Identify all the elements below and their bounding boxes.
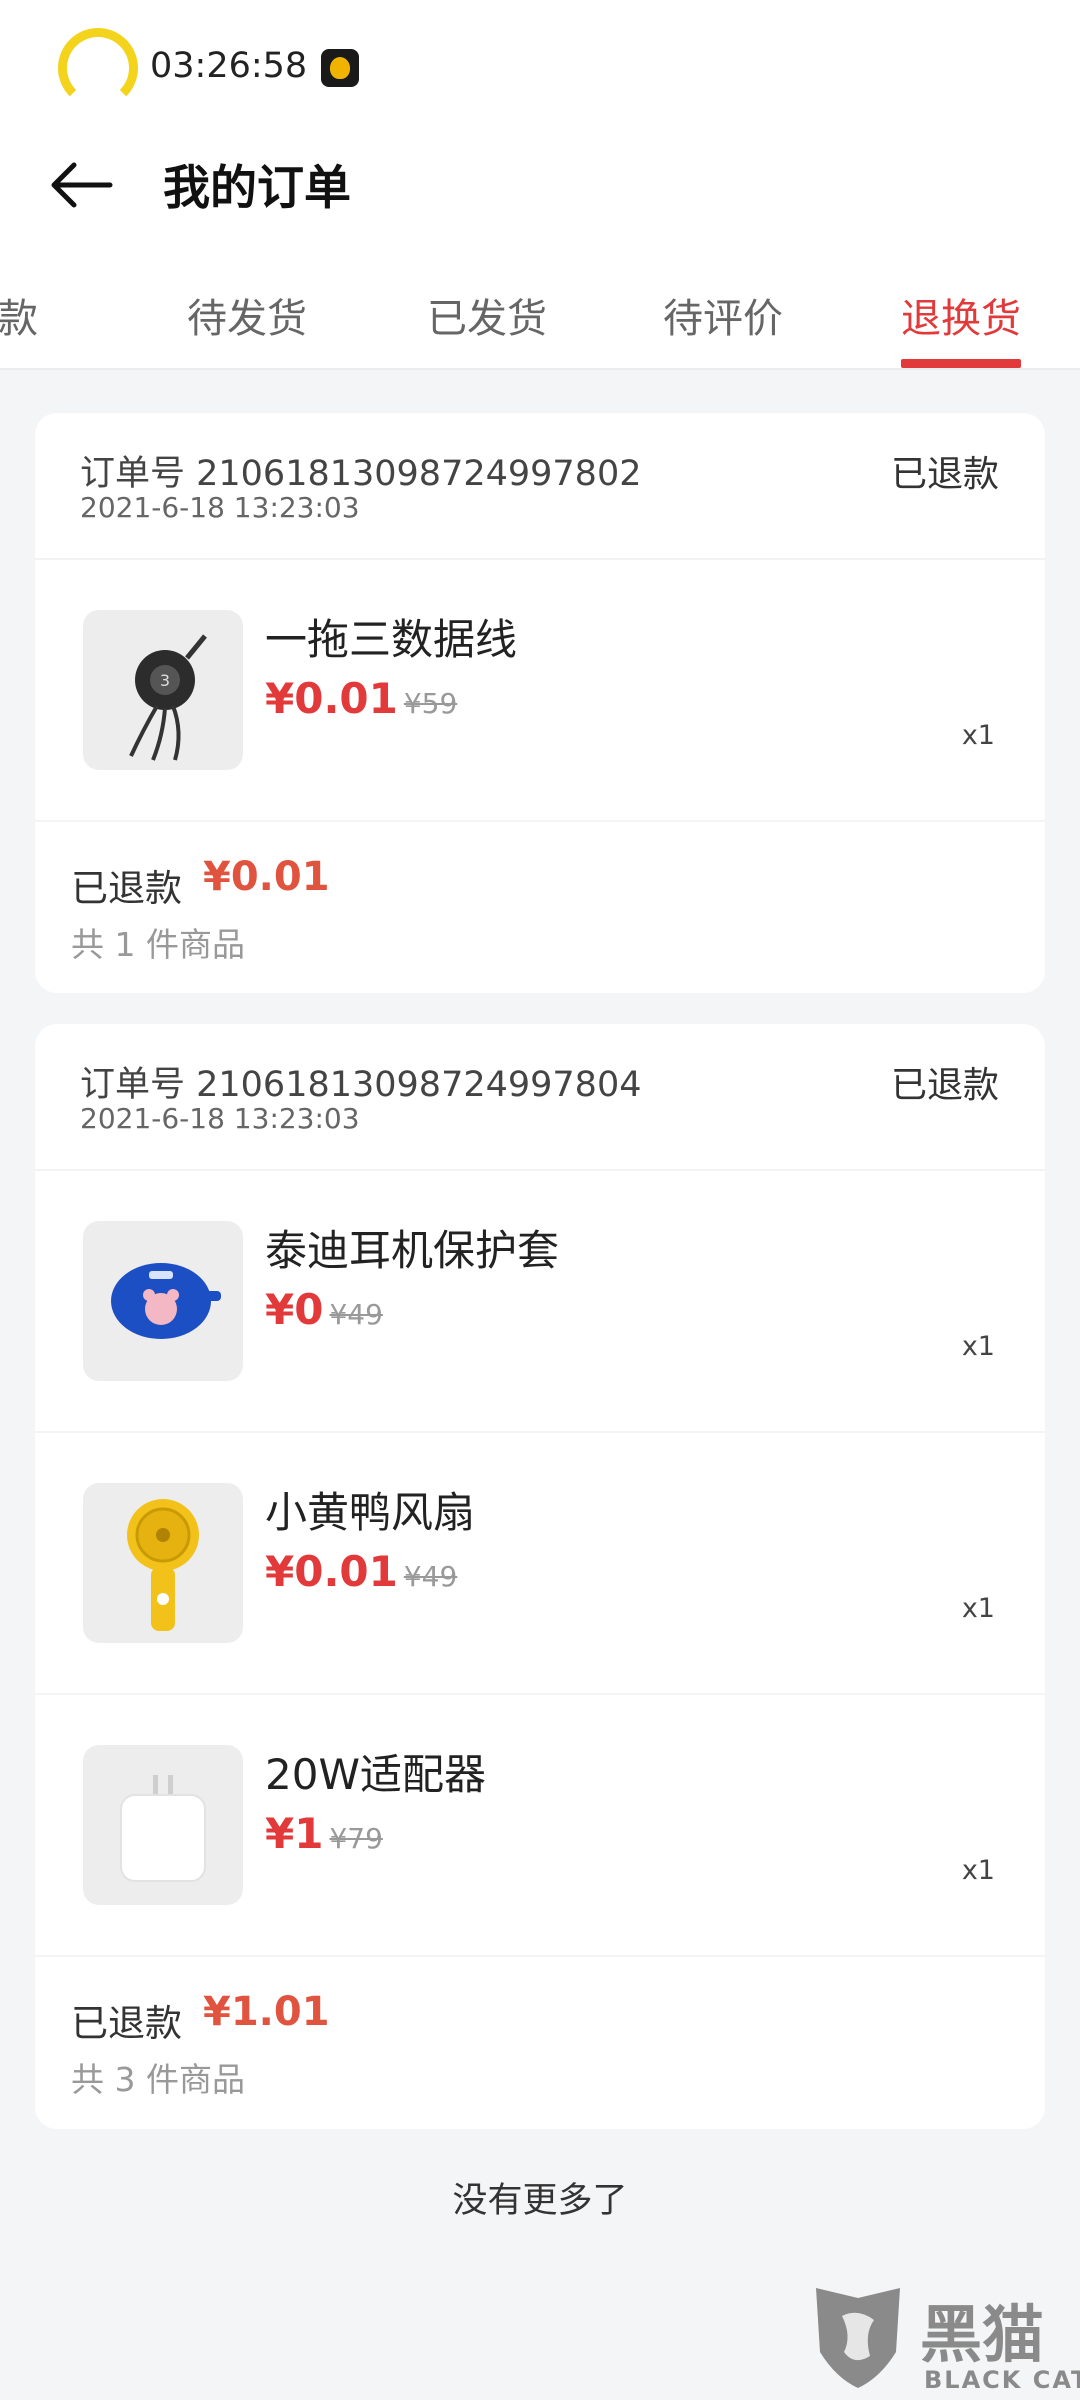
watermark-en: BLACK CAT [924, 2366, 1080, 2394]
item-count: 共 1 件商品 [71, 925, 245, 964]
black-cat-logo-icon [816, 2288, 900, 2388]
refund-label: 已退款 [71, 867, 182, 910]
svg-text:3: 3 [160, 671, 170, 690]
order-number: 订单号 21061813098724997804 [80, 1065, 642, 1105]
app-notification-icon [321, 49, 359, 87]
product-quantity: x1 [961, 720, 995, 751]
original-price: ¥49 [403, 1560, 458, 1593]
fan-icon [127, 1499, 199, 1631]
product-name: 一拖三数据线 [265, 615, 518, 664]
tab-shipped[interactable]: 已发货 [427, 286, 547, 344]
end-of-list-text: 没有更多了 [452, 2181, 628, 2221]
order-date: 2021-6-18 13:23:03 [80, 491, 360, 524]
item-count: 共 3 件商品 [71, 2060, 245, 2099]
order-status: 已退款 [890, 1065, 999, 1106]
order-item[interactable]: 泰迪耳机保护套 ¥0 ¥49 x1 [35, 1171, 1045, 1433]
watermark: 黑猫 BLACK CAT [808, 2282, 1080, 2400]
order-item[interactable]: 3 一拖三数据线 ¥0.01 ¥59 x1 [35, 560, 1045, 822]
cable-icon: 3 [129, 634, 207, 761]
order-item[interactable]: 20W适配器 ¥1 ¥79 x1 [35, 1695, 1045, 1957]
watermark-cn: 黑猫 [920, 2298, 1045, 2371]
order-card[interactable]: 订单号 21061813098724997804 2021-6-18 13:23… [35, 1024, 1045, 2129]
order-item[interactable]: 小黄鸭风扇 ¥0.01 ¥49 x1 [35, 1433, 1045, 1695]
product-quantity: x1 [961, 1855, 995, 1886]
order-tabs: 付款 待发货 已发货 待评价 退换货 [0, 270, 1080, 370]
status-time: 03:26:58 [150, 46, 308, 86]
order-status: 已退款 [890, 454, 999, 495]
order-header: 订单号 21061813098724997802 2021-6-18 13:23… [35, 413, 1045, 560]
back-button[interactable] [40, 145, 120, 225]
product-price: ¥0.01 ¥59 [265, 674, 457, 723]
tab-returns[interactable]: 退换货 [901, 286, 1021, 344]
product-image: 3 [83, 610, 243, 770]
page-title: 我的订单 [163, 161, 351, 216]
order-footer: 已退款 ¥1.01 共 3 件商品 [35, 1957, 1045, 2127]
product-quantity: x1 [961, 1331, 995, 1362]
product-name: 小黄鸭风扇 [265, 1488, 476, 1537]
sale-price: ¥0.01 [265, 1547, 398, 1596]
original-price: ¥59 [403, 687, 458, 720]
sale-price: ¥0.01 [265, 674, 398, 723]
header: 我的订单 [0, 135, 1080, 235]
product-price: ¥1 ¥79 [265, 1809, 383, 1858]
sale-price: ¥0 [265, 1285, 324, 1334]
tab-pending-payment[interactable]: 付款 [0, 286, 38, 344]
product-price: ¥0 ¥49 [265, 1285, 383, 1334]
product-name: 20W适配器 [265, 1750, 486, 1799]
refund-label: 已退款 [71, 2002, 182, 2045]
sale-price: ¥1 [265, 1809, 324, 1858]
original-price: ¥79 [329, 1822, 383, 1855]
tab-pending-shipment[interactable]: 待发货 [187, 286, 307, 344]
status-bar: 03:26:58 [0, 0, 1080, 135]
top-bar: 03:26:58 我的订单 付款 待发货 已发货 待评价 退换货 [0, 0, 1080, 370]
back-arrow-icon [51, 162, 113, 208]
adapter-icon [120, 1775, 206, 1882]
active-tab-indicator [901, 359, 1021, 368]
order-number: 订单号 21061813098724997802 [80, 454, 642, 494]
order-footer: 已退款 ¥0.01 共 1 件商品 [35, 822, 1045, 992]
order-header: 订单号 21061813098724997804 2021-6-18 13:23… [35, 1024, 1045, 1171]
order-card[interactable]: 订单号 21061813098724997802 2021-6-18 13:23… [35, 413, 1045, 993]
tab-pending-review[interactable]: 待评价 [663, 286, 783, 344]
earbud-case-icon [111, 1263, 221, 1339]
order-date: 2021-6-18 13:23:03 [80, 1102, 360, 1135]
product-name: 泰迪耳机保护套 [265, 1226, 560, 1275]
loading-ring-icon [58, 28, 138, 108]
product-image [83, 1221, 243, 1381]
product-image [83, 1483, 243, 1643]
product-image [83, 1745, 243, 1905]
refund-amount: ¥1.01 [203, 1989, 330, 2035]
refund-amount: ¥0.01 [203, 854, 330, 900]
product-price: ¥0.01 ¥49 [265, 1547, 457, 1596]
original-price: ¥49 [329, 1298, 383, 1331]
product-quantity: x1 [961, 1593, 995, 1624]
